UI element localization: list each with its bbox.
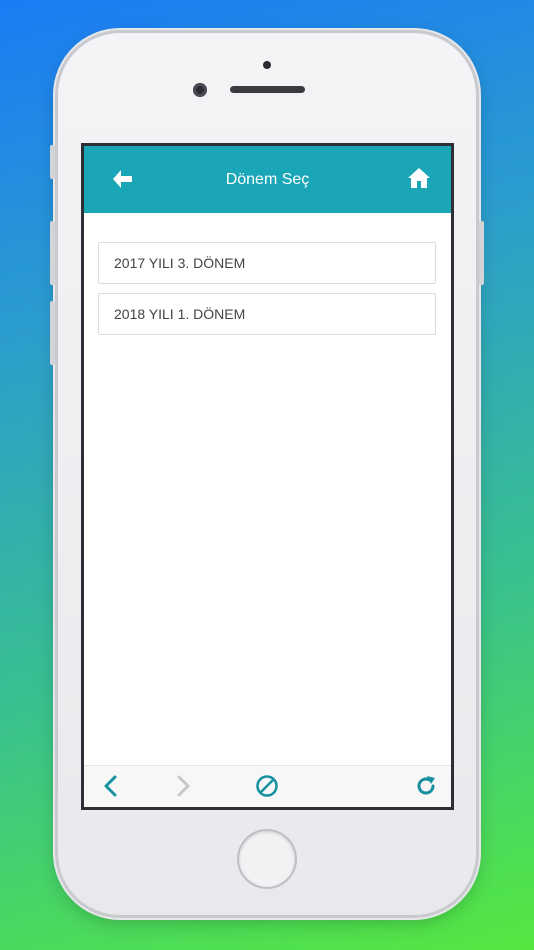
list-item[interactable]: 2017 YILI 3. DÖNEM	[98, 242, 436, 284]
mute-switch	[50, 145, 55, 179]
period-label: 2018 YILI 1. DÖNEM	[114, 306, 246, 322]
period-list: 2017 YILI 3. DÖNEM 2018 YILI 1. DÖNEM	[98, 242, 436, 344]
list-item[interactable]: 2018 YILI 1. DÖNEM	[98, 293, 436, 335]
browser-stop-button[interactable]	[255, 774, 279, 798]
proximity-sensor	[263, 61, 271, 69]
home-icon	[408, 168, 430, 188]
app-header: Dönem Seç	[84, 146, 451, 213]
browser-back-button[interactable]	[100, 774, 124, 798]
earpiece-speaker	[230, 86, 305, 93]
power-button	[479, 221, 484, 285]
app-screen: Dönem Seç 2017 YILI 3. DÖNEM 2018 YILI 1…	[81, 143, 454, 810]
arrow-left-icon	[113, 170, 132, 188]
chevron-right-icon	[177, 775, 190, 797]
period-label: 2017 YILI 3. DÖNEM	[114, 255, 246, 271]
browser-forward-button[interactable]	[170, 774, 194, 798]
home-button[interactable]	[407, 166, 431, 190]
stop-icon	[256, 775, 278, 797]
reload-icon	[417, 776, 435, 795]
chevron-left-icon	[104, 775, 117, 797]
back-button[interactable]	[111, 168, 135, 190]
browser-toolbar	[84, 765, 451, 807]
volume-up-button	[50, 221, 55, 285]
front-camera	[193, 83, 207, 97]
browser-reload-button[interactable]	[414, 774, 438, 798]
volume-down-button	[50, 301, 55, 365]
phone-home-button	[239, 831, 295, 887]
page-title: Dönem Seç	[225, 170, 310, 188]
